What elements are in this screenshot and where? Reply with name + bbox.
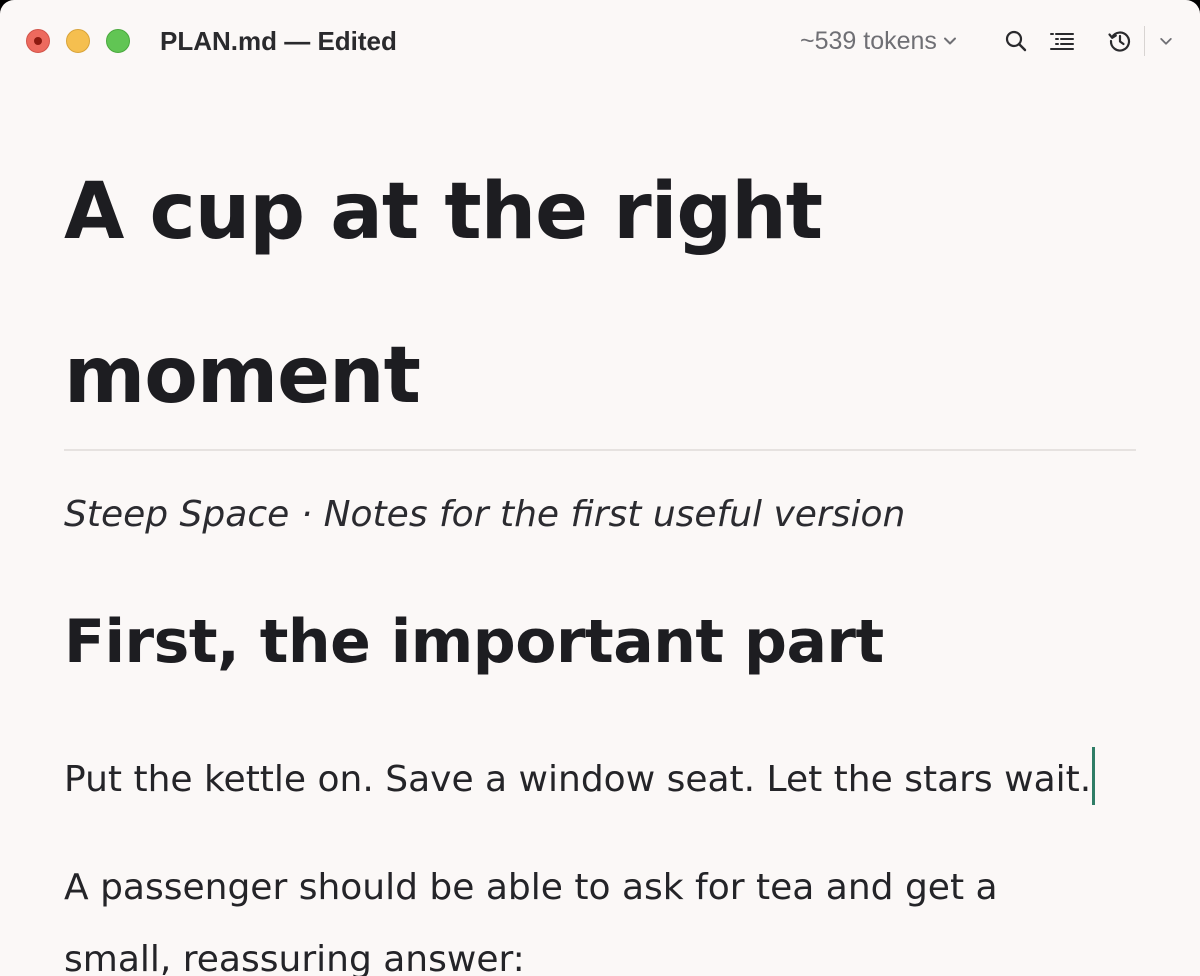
chevron-down-icon bbox=[1160, 38, 1172, 45]
section-heading: First, the important part bbox=[64, 607, 884, 677]
zoom-window-button[interactable] bbox=[106, 29, 130, 53]
editor-window: PLAN.md — Edited ~539 tokens A cup at th… bbox=[0, 0, 1200, 976]
paragraph-line: A passenger should be able to ask for te… bbox=[64, 867, 998, 908]
heading-line: moment bbox=[64, 331, 421, 421]
search-icon bbox=[1005, 30, 1027, 52]
search-button[interactable] bbox=[1001, 26, 1031, 56]
toolbar-divider bbox=[1144, 26, 1145, 56]
chevron-down-icon bbox=[943, 37, 956, 45]
token-count-label: ~539 tokens bbox=[800, 26, 937, 55]
text-caret bbox=[1092, 747, 1096, 805]
token-count-dropdown[interactable]: ~539 tokens bbox=[800, 24, 957, 58]
minimize-window-button[interactable] bbox=[66, 29, 90, 53]
title-bar: PLAN.md — Edited ~539 tokens bbox=[0, 0, 1200, 82]
paragraph-line: small, reassuring answer: bbox=[64, 939, 525, 976]
more-options-button[interactable] bbox=[1151, 26, 1181, 56]
heading-divider bbox=[64, 449, 1136, 451]
document-title: PLAN.md — Edited bbox=[160, 26, 397, 56]
document-subtitle: Steep Space · Notes for the first useful… bbox=[64, 494, 906, 535]
history-icon bbox=[1108, 31, 1131, 52]
paragraph: A passenger should be able to ask for te… bbox=[64, 852, 998, 976]
heading-line: A cup at the right bbox=[64, 167, 823, 257]
document-heading: A cup at the right moment bbox=[64, 130, 964, 458]
paragraph: Put the kettle on. Save a window seat. L… bbox=[64, 744, 1096, 816]
outline-button[interactable] bbox=[1047, 26, 1077, 56]
outline-list-icon bbox=[1050, 33, 1074, 50]
paragraph-text: Put the kettle on. Save a window seat. L… bbox=[64, 759, 1092, 800]
close-window-button[interactable] bbox=[26, 29, 50, 53]
history-button[interactable] bbox=[1105, 26, 1135, 56]
